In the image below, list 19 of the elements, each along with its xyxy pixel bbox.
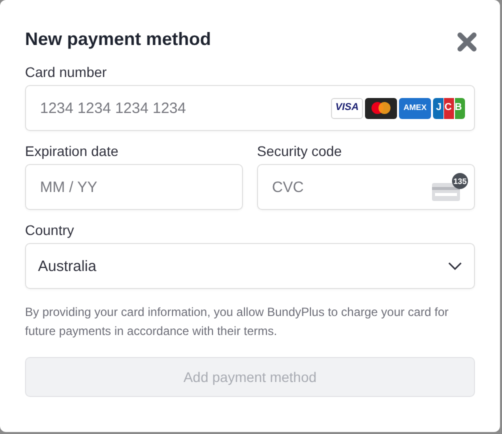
field-label: Expiration date	[25, 143, 120, 159]
notice-text: By providing your card information, you allow BundyPlus to charge your card for future payments in accordance with their terms.	[25, 304, 450, 340]
expiration-input[interactable]: MM / YY	[38, 178, 230, 196]
visa-logo: VISA	[331, 98, 363, 118]
expiration-field[interactable]: MM / YY	[25, 164, 243, 210]
chevron-down-icon	[448, 262, 462, 270]
card-number-input[interactable]: 1234 1234 1234 1234	[38, 98, 331, 118]
country-select[interactable]: Australia	[25, 243, 475, 289]
card-number-field[interactable]: 1234 1234 1234 1234 VISA AMEX JCB	[25, 85, 475, 131]
dialog-title: New payment method	[25, 28, 212, 50]
field-label: Card number	[25, 64, 108, 80]
mastercard-logo	[365, 98, 397, 118]
amex-logo: AMEX	[399, 98, 431, 118]
security-code-field[interactable]: CVC 135	[257, 164, 475, 210]
field-label: Security code	[257, 143, 343, 159]
field-label: Country	[25, 222, 76, 238]
close-button[interactable]	[457, 32, 477, 52]
jcb-logo: JCB	[433, 98, 465, 118]
security-code-input[interactable]: CVC	[270, 178, 432, 196]
